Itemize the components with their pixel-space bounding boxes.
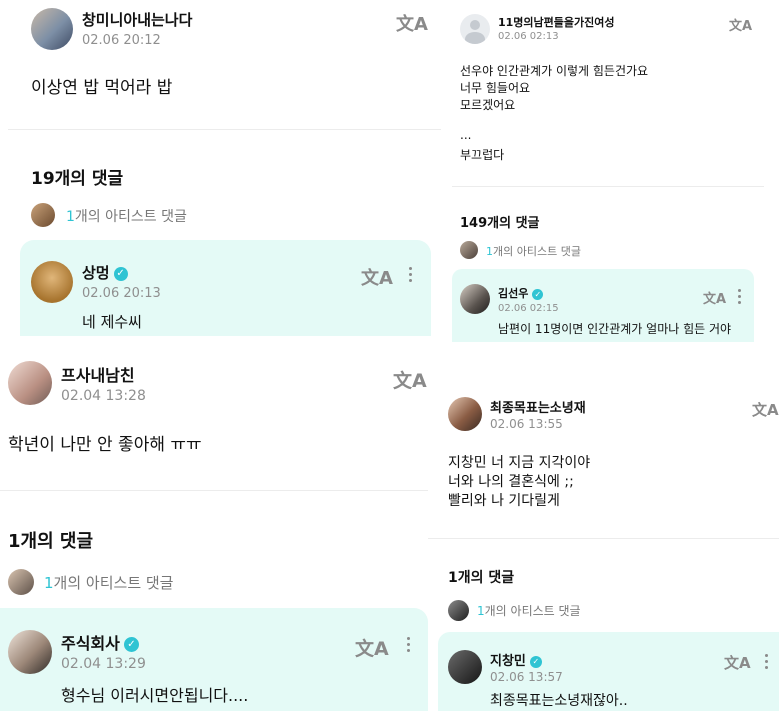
translate-icon[interactable]: 文A [752,399,779,420]
translate-icon[interactable]: 文A [703,288,726,307]
divider [8,129,441,130]
translate-icon[interactable]: 文A [361,264,393,290]
translate-icon[interactable]: 文A [724,652,751,673]
artist-reply-card: 지창민 ✓ 02.06 13:57 최종목표는소녕재잖아.. 文A [438,632,779,711]
more-vertical-icon[interactable] [409,267,413,285]
artist-comment-label: 개의 아티스트 댓글 [74,209,187,225]
post-line: 선우야 인간관계가 이렇게 힘든건가요 [460,64,649,78]
reply-avatar[interactable] [448,650,482,684]
artist-comment-link[interactable]: 1개의 아티스트 댓글 [486,243,581,259]
post-timestamp: 02.06 02:13 [498,31,559,42]
divider [428,538,779,539]
post-line: 너와 나의 결혼식에 ;; [448,474,574,490]
author-name[interactable]: 최종목표는소녕재 [490,397,586,416]
comment-count: 1개의 댓글 [8,531,94,552]
post-line: 지창민 너 지금 지각이야 [448,455,591,471]
reply-avatar[interactable] [31,261,73,303]
comment-count: 19개의 댓글 [31,169,124,189]
post-timestamp: 02.04 13:28 [61,388,146,404]
divider [0,490,428,491]
reply-avatar[interactable] [460,284,490,314]
artist-avatar [31,203,55,227]
author-name[interactable]: 11명의남편들을가진여성 [498,14,615,30]
divider [452,186,764,187]
artist-comment-count: 1 [477,604,485,618]
author-avatar[interactable] [8,361,52,405]
more-vertical-icon[interactable] [765,654,769,672]
reply-author[interactable]: 지창민 ✓ [490,650,542,669]
post-timestamp: 02.06 13:55 [490,417,563,431]
reply-timestamp: 02.06 20:13 [82,286,161,301]
author-name[interactable]: 창미니아내는나다 [82,9,192,30]
author-avatar[interactable] [448,397,482,431]
artist-comment-link[interactable]: 1개의 아티스트 댓글 [477,602,581,619]
reply-body: 형수님 이러시면안됩니다.... [61,686,249,705]
translate-icon[interactable]: 文A [396,10,428,36]
verified-badge-icon: ✓ [532,288,544,300]
post-line: ... [460,128,472,142]
default-avatar-icon[interactable] [460,14,490,44]
comment-count: 149개의 댓글 [460,216,540,231]
artist-comment-count: 1 [66,209,75,225]
artist-reply-card: 주식회사 ✓ 02.04 13:29 형수님 이러시면안됩니다.... 文A [0,608,428,711]
post-timestamp: 02.06 20:12 [82,33,161,48]
reply-avatar[interactable] [8,630,52,674]
artist-avatar [460,241,478,259]
artist-reply-card: 김선우 ✓ 02.06 02:15 남편이 11명이면 인간관계가 얼마나 힘든 … [452,269,754,342]
more-vertical-icon[interactable] [407,637,411,655]
artist-comment-label: 개의 아티스트 댓글 [53,574,174,592]
artist-comment-link[interactable]: 1개의 아티스트 댓글 [44,572,173,593]
more-vertical-icon[interactable] [738,289,742,307]
comment-count: 1개의 댓글 [448,570,515,586]
post-line: 모르겠어요 [460,98,516,112]
reply-body: 네 제수씨 [82,313,142,331]
author-name[interactable]: 프사내남친 [61,362,135,386]
artist-avatar [8,569,34,595]
reply-author[interactable]: 상멍 ✓ [82,262,128,283]
post-line: 빨리와 나 기다릴게 [448,493,560,509]
artist-comment-link[interactable]: 1개의 아티스트 댓글 [66,206,187,226]
translate-icon[interactable]: 文A [355,634,389,661]
artist-comment-count: 1 [486,245,493,258]
reply-author[interactable]: 주식회사 ✓ [61,630,139,654]
reply-timestamp: 02.06 02:15 [498,303,559,314]
artist-reply-card: 상멍 ✓ 02.06 20:13 네 제수씨 文A [20,240,431,336]
artist-comment-label: 개의 아티스트 댓글 [484,604,581,618]
verified-badge-icon: ✓ [113,266,128,281]
translate-icon[interactable]: 文A [393,366,427,393]
translate-icon[interactable]: 文A [729,15,752,34]
reply-timestamp: 02.06 13:57 [490,670,563,684]
reply-timestamp: 02.04 13:29 [61,656,146,672]
post-body: 학년이 나만 안 좋아해 ㅠㅠ [8,435,202,455]
verified-badge-icon: ✓ [529,655,542,668]
reply-body: 남편이 11명이면 인간관계가 얼마나 힘든 거야 [498,322,732,336]
post-body: 이상연 밥 먹어라 밥 [31,78,173,98]
artist-comment-count: 1 [44,574,54,592]
reply-author[interactable]: 김선우 ✓ [498,285,544,301]
reply-body: 최종목표는소녕재잖아.. [490,693,628,709]
verified-badge-icon: ✓ [123,637,139,652]
artist-comment-label: 개의 아티스트 댓글 [493,245,581,258]
post-line: 너무 힘들어요 [460,81,531,95]
artist-avatar [448,600,469,621]
author-avatar[interactable] [31,8,73,50]
post-line: 부끄럽다 [460,148,505,162]
